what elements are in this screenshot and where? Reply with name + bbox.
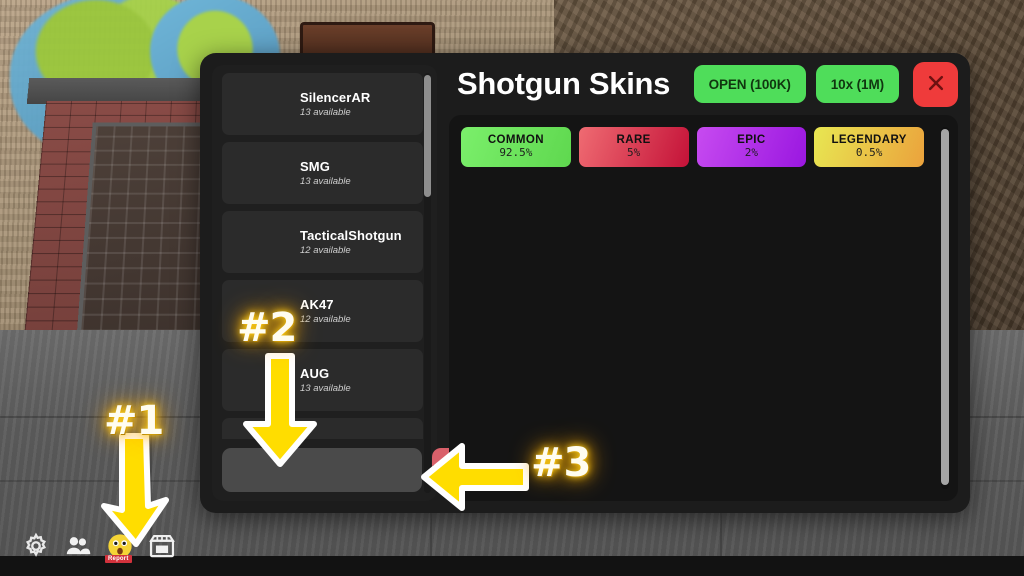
weapon-availability: 12 available <box>300 314 351 325</box>
annotation-arrow-2 <box>240 352 320 470</box>
page-title: Shotgun Skins <box>457 66 671 101</box>
close-button[interactable] <box>913 61 958 107</box>
close-icon <box>926 73 946 96</box>
rarity-chip-common: COMMON 92.5% <box>461 127 571 167</box>
rarity-odds-bar: COMMON 92.5% RARE 5% EPIC 2% LEGENDARY 0… <box>461 127 924 167</box>
rarity-percent: 0.5% <box>855 146 883 160</box>
rarity-chip-legendary: LEGENDARY 0.5% <box>814 127 924 167</box>
open-crate-10x-button[interactable]: 10x (1M) <box>815 65 899 103</box>
weapon-list-item[interactable]: TacticalShotgun 12 available <box>222 211 423 273</box>
rarity-percent: 5% <box>627 146 641 160</box>
rarity-chip-rare: RARE 5% <box>578 127 689 167</box>
weapon-name: SMG <box>300 159 330 174</box>
annotation-label-3: #3 <box>531 440 591 486</box>
annotation-arrow-1 <box>96 432 172 550</box>
weapon-name: SilencerAR <box>300 90 371 105</box>
shop-header: Shotgun Skins OPEN (100K) 10x (1M) <box>449 53 958 115</box>
report-badge: Report <box>105 555 132 563</box>
weapon-list-item[interactable]: SilencerAR 13 available <box>222 73 423 135</box>
weapon-name: TacticalShotgun <box>300 228 402 243</box>
weapon-availability: 13 available <box>300 176 351 187</box>
people-icon <box>64 532 92 560</box>
rarity-chip-epic: EPIC 2% <box>696 127 807 167</box>
weapon-availability: 12 available <box>300 245 351 256</box>
weapon-list-item[interactable]: SMG 13 available <box>222 142 423 204</box>
gear-icon <box>22 532 50 560</box>
skins-scrollbar-thumb[interactable] <box>941 129 949 485</box>
weapon-availability: 13 available <box>300 107 351 118</box>
weapon-list-scrollbar-thumb[interactable] <box>424 75 431 197</box>
weapon-name: AK47 <box>300 297 334 312</box>
annotation-arrow-3 <box>420 440 530 514</box>
hud-settings-button[interactable] <box>22 532 50 560</box>
open-crate-button[interactable]: OPEN (100K) <box>693 65 806 103</box>
rarity-percent: 2% <box>744 146 758 160</box>
hud-players-button[interactable] <box>64 532 92 560</box>
annotation-label-2: #2 <box>237 305 297 351</box>
rarity-percent: 92.5% <box>499 146 533 160</box>
annotation-label-1: #1 <box>104 398 164 444</box>
